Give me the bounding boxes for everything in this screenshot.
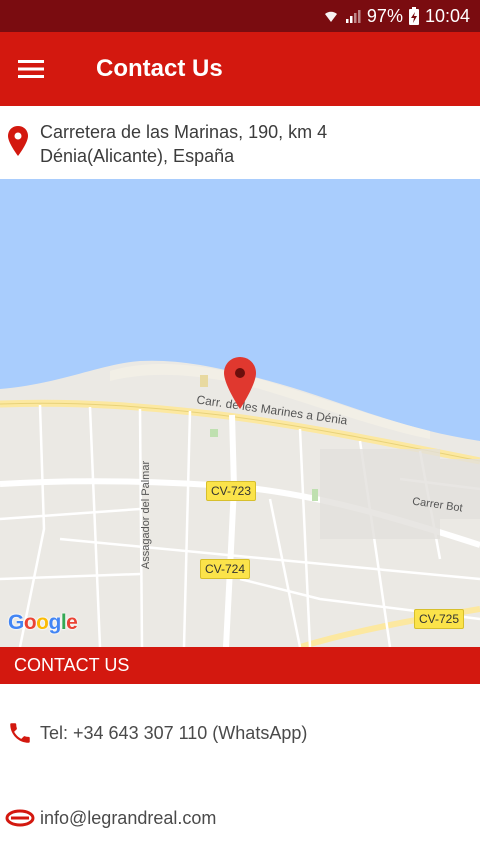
map-marker[interactable] [224,357,256,414]
map-pin-icon [224,357,256,409]
phone-text[interactable]: Tel: +34 643 307 110 (WhatsApp) [40,723,307,744]
page-title: Contact Us [96,55,223,82]
address-block[interactable]: Carretera de las Marinas, 190, km 4 Déni… [0,106,480,179]
location-pin-icon [8,126,28,161]
email-row[interactable]: info@legrandreal.com [0,794,480,842]
map-view[interactable]: Carr. de les Marines a Dénia Assagador d… [0,179,480,647]
battery-charging-icon [408,7,419,25]
address-line-2: Dénia(Alicante), España [40,146,235,166]
menu-button[interactable] [0,32,76,106]
address-line-1: Carretera de las Marinas, 190, km 4 [40,122,328,142]
clock: 10:04 [424,5,470,26]
status-bar: 97% 10:04 [0,0,480,32]
phone-row[interactable]: Tel: +34 643 307 110 (WhatsApp) [0,709,480,757]
email-icon [0,808,40,828]
contact-section-header: CONTACT US [0,647,480,684]
google-logo: Google [8,611,78,634]
hamburger-menu-icon [18,60,44,78]
road-label-side: Assagador del Palmar [140,460,153,570]
phone-icon [0,720,40,746]
signal-icon [345,8,361,24]
email-text[interactable]: info@legrandreal.com [40,808,216,829]
road-shield-cv725: CV-725 [414,609,465,629]
road-shield-cv723: CV-723 [206,481,257,501]
wifi-icon [323,8,339,24]
app-bar: Contact Us [0,32,480,106]
road-shield-cv724: CV-724 [200,559,251,579]
battery-percent: 97% [366,5,403,26]
